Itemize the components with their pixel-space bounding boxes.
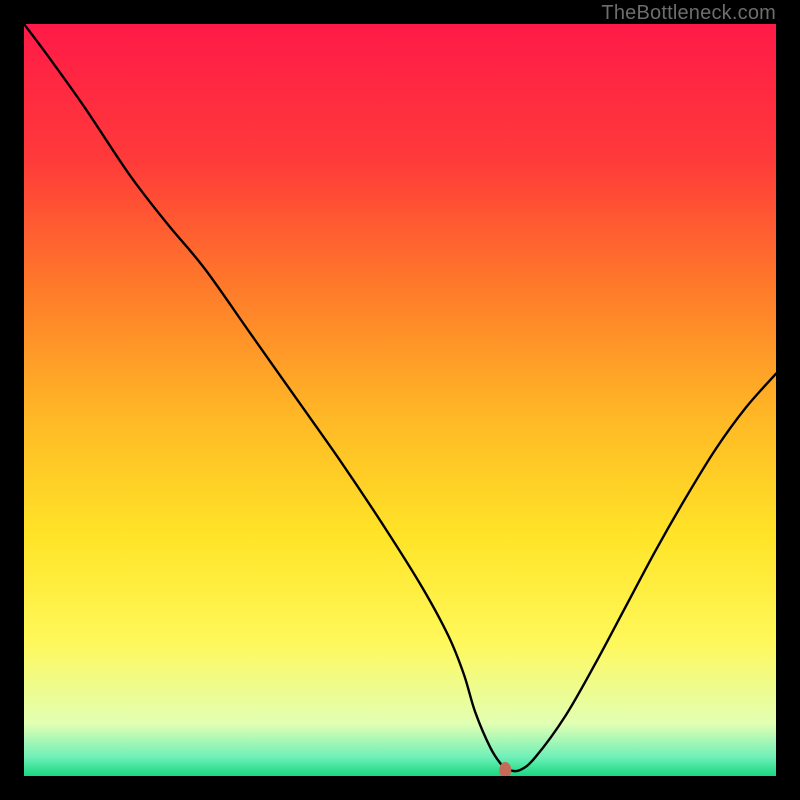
bottleneck-chart: TheBottleneck.com xyxy=(0,0,800,800)
watermark-text: TheBottleneck.com xyxy=(601,2,776,25)
plot-area xyxy=(24,24,776,776)
gradient-background xyxy=(24,24,776,776)
plot-svg xyxy=(24,24,776,776)
